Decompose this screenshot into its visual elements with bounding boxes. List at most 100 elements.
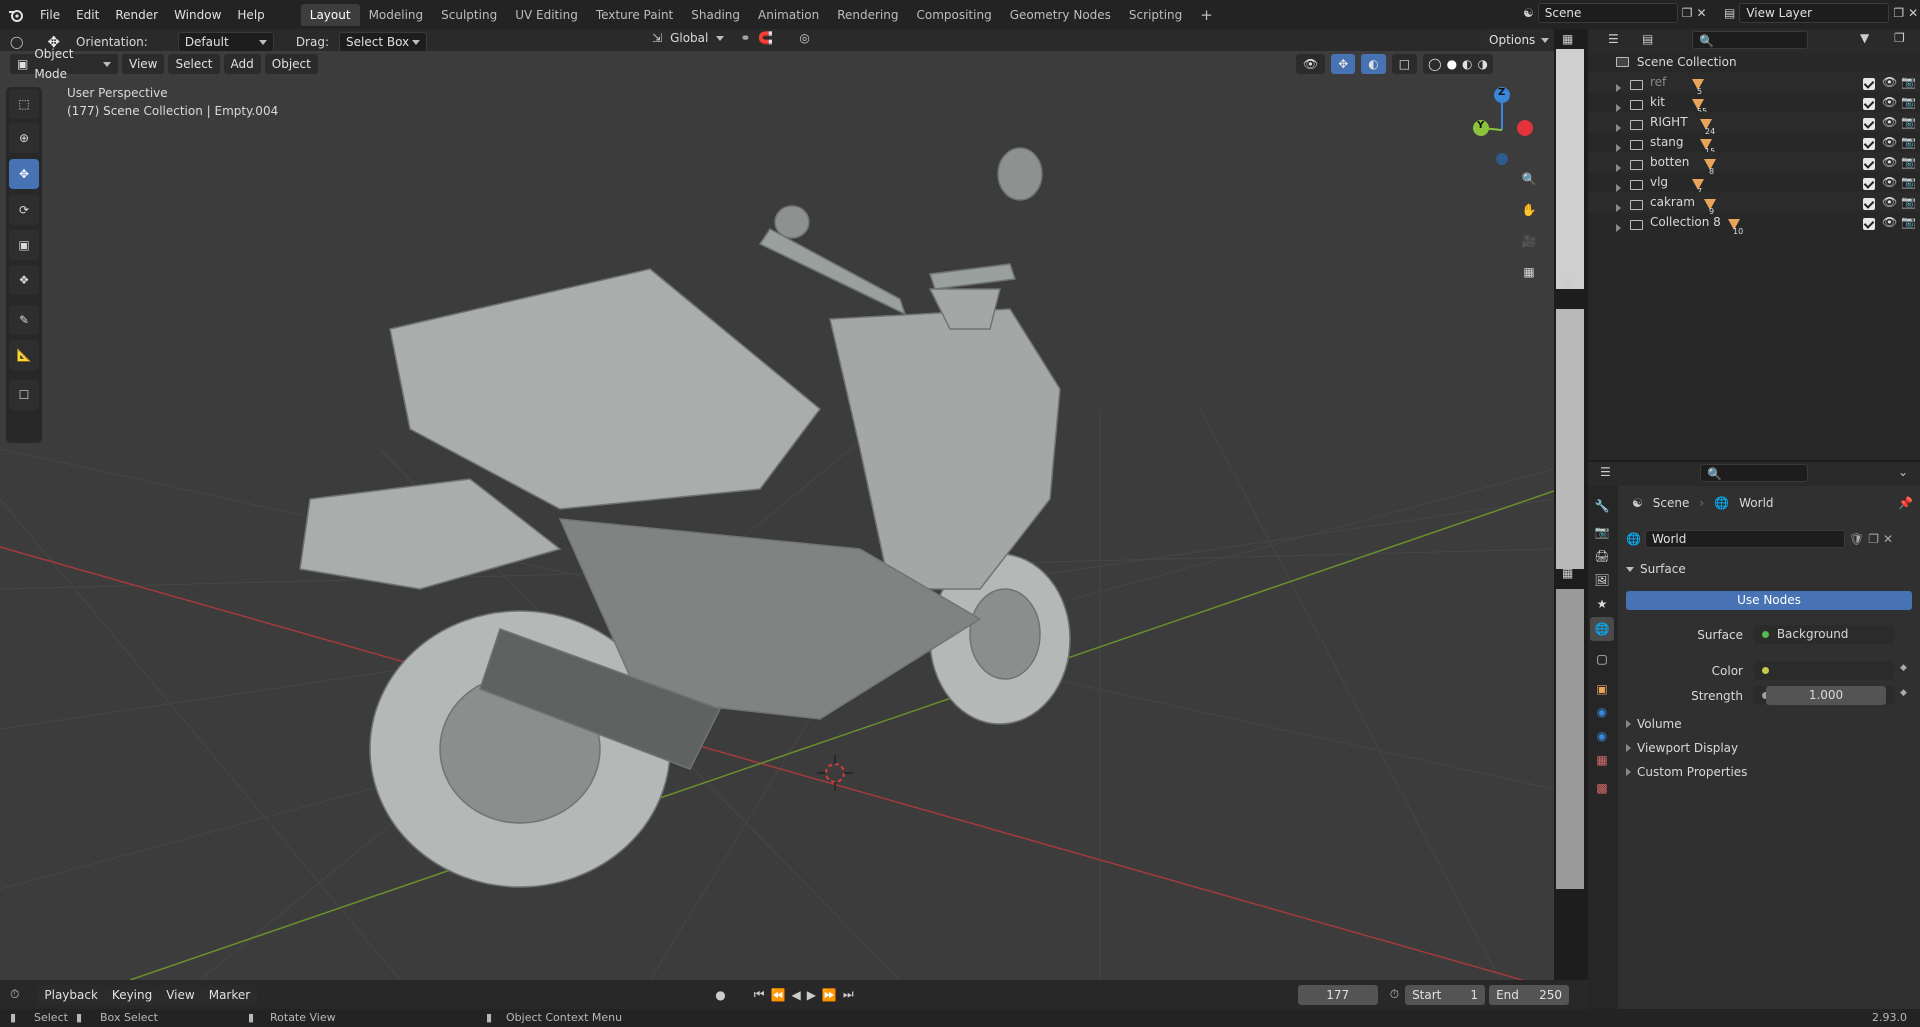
new-view-layer-icon[interactable]: ❐ [1893,6,1904,20]
world-browse-icon[interactable]: 🌐 [1626,532,1641,546]
cursor-tool-icon[interactable]: ⊕ [9,123,39,153]
duplicate-icon[interactable]: ❐ [1868,532,1879,546]
add-workspace-button[interactable]: + [1191,4,1222,26]
outliner-row[interactable]: cakram 9 👁 📷 [1588,192,1920,216]
menu-file[interactable]: File [32,4,68,26]
jump-end-icon[interactable]: ⏭ [843,987,854,1002]
timeline-menu-marker[interactable]: Marker [201,984,258,1005]
menu-render[interactable]: Render [107,4,166,26]
remove-view-layer-icon[interactable]: ✕ [1908,6,1918,20]
transform-tool-icon[interactable]: ❖ [9,265,39,295]
outliner-row[interactable]: RIGHT 24 👁 📷 [1588,112,1920,136]
scene-tab-icon[interactable]: ★ [1590,592,1614,616]
constraints-tab-icon[interactable]: ◉ [1590,724,1614,748]
expand-arrow-icon[interactable] [1616,164,1621,172]
include-checkbox[interactable] [1863,98,1875,110]
timeline-menu-keying[interactable]: Keying [104,984,160,1005]
camera-render-icon[interactable]: 📷 [1901,152,1916,172]
unlink-icon[interactable]: ✕ [1883,532,1893,546]
tab-sculpting[interactable]: Sculpting [432,4,506,26]
camera-render-icon[interactable]: 📷 [1901,92,1916,112]
output-tab-icon[interactable]: 🖨 [1590,544,1614,568]
pan-hand-icon[interactable]: ✋ [1516,197,1542,223]
eye-icon[interactable]: 👁 [1882,112,1897,132]
viewport-display-panel-header[interactable]: Viewport Display [1626,741,1738,755]
surface-shader-field[interactable]: Background [1754,625,1894,644]
3d-viewport[interactable]: ◯ ✥ Orientation: Default Drag: Select Bo… [0,29,1554,980]
outliner-row[interactable]: kit55👁📷 [1588,92,1920,116]
menu-window[interactable]: Window [166,4,229,26]
view-layer-tab-icon[interactable]: 🖼 [1590,568,1614,592]
fake-user-icon[interactable]: 🛡 [1849,532,1864,546]
remove-scene-icon[interactable]: ✕ [1697,6,1707,20]
current-frame-field[interactable]: 177 [1297,984,1378,1005]
eye-icon[interactable]: 👁 [1882,132,1897,152]
object-tab-icon[interactable]: ▣ [1590,677,1614,701]
tab-compositing[interactable]: Compositing [907,4,1000,26]
tab-rendering[interactable]: Rendering [828,4,907,26]
scene-selector[interactable]: Scene [1537,3,1678,23]
eye-icon[interactable]: 👁 [1882,192,1897,212]
tab-texture-paint[interactable]: Texture Paint [587,4,682,26]
tab-layout[interactable]: Layout [300,3,360,26]
timeline-menu-view[interactable]: View [159,984,202,1005]
data-tab-icon[interactable]: ▦ [1590,748,1614,772]
eye-icon[interactable]: 👁 [1882,152,1897,172]
camera-render-icon[interactable]: 📷 [1901,212,1916,232]
volume-panel-header[interactable]: Volume [1626,717,1682,731]
expand-arrow-icon[interactable] [1616,104,1621,112]
annotate-tool-icon[interactable]: ✎ [9,305,39,335]
new-scene-icon[interactable]: ❐ [1682,6,1693,20]
camera-render-icon[interactable]: 📷 [1901,112,1916,132]
world-tab-icon[interactable]: 🌐 [1590,617,1614,641]
start-frame-field[interactable]: Start 1 [1405,984,1486,1005]
include-checkbox[interactable] [1863,158,1875,170]
properties-editor-type-icon[interactable]: ☰ [1600,465,1611,479]
view-layer-icon[interactable]: ▤ [1724,6,1735,20]
tab-animation[interactable]: Animation [749,4,828,26]
end-frame-field[interactable]: End 250 [1489,984,1570,1005]
auto-keying-icon[interactable]: ● [715,988,725,1002]
pin-icon[interactable]: 📌 [1898,496,1913,510]
include-checkbox[interactable] [1863,178,1875,190]
image-editor-icon[interactable]: ▦ [1562,32,1573,46]
expand-arrow-icon[interactable] [1616,204,1621,212]
custom-properties-panel-header[interactable]: Custom Properties [1626,765,1747,779]
play-reverse-icon[interactable]: ◀ [791,988,800,1002]
stopwatch-icon[interactable]: ⏱ [1390,987,1399,1002]
outliner-row[interactable]: stang15👁📷 [1588,132,1920,156]
play-icon[interactable]: ▶ [807,988,816,1002]
jump-keyframe-back-icon[interactable]: ⏪ [771,988,786,1002]
filter-view-icon[interactable]: ▤ [1642,32,1653,46]
view-layer-selector[interactable]: View Layer [1739,3,1890,23]
blender-logo-icon[interactable] [0,0,32,29]
image-editor-icon[interactable]: ▦ [1562,275,1573,289]
add-cube-tool-icon[interactable]: ☐ [9,380,39,410]
select-box-tool-icon[interactable]: ⬚ [9,89,39,119]
camera-render-icon[interactable]: 📷 [1901,172,1916,192]
scene-icon[interactable]: ☯ [1523,6,1534,20]
tool-tab-icon[interactable]: 🔧 [1590,494,1614,518]
scale-tool-icon[interactable]: ▣ [9,230,39,260]
camera-render-icon[interactable]: 📷 [1901,132,1916,152]
expand-arrow-icon[interactable] [1616,84,1621,92]
scene-collection-row[interactable]: Scene Collection [1588,52,1920,72]
menu-help[interactable]: Help [229,4,272,26]
filter-icon[interactable]: ▼ [1860,31,1869,45]
tab-uv-editing[interactable]: UV Editing [506,4,587,26]
physics-tab-icon[interactable]: ◉ [1590,700,1614,724]
jump-start-icon[interactable]: ⏮ [754,987,765,1002]
collection-tab-icon[interactable]: ▢ [1590,647,1614,671]
tab-shading[interactable]: Shading [682,4,749,26]
measure-tool-icon[interactable]: 📐 [9,340,39,370]
camera-render-icon[interactable]: 📷 [1901,72,1916,92]
color-field[interactable] [1754,661,1894,680]
expand-arrow-icon[interactable] [1616,124,1621,132]
render-tab-icon[interactable]: 📷 [1590,520,1614,544]
tab-modeling[interactable]: Modeling [360,4,433,26]
timeline-editor-type-icon[interactable]: ⏱ [10,987,19,1002]
expand-arrow-icon[interactable] [1616,224,1621,232]
menu-edit[interactable]: Edit [68,4,107,26]
strength-keyframe-icon[interactable]: ◆ [1900,688,1907,698]
outliner-row[interactable]: ref 5 👁 📷 [1588,72,1920,96]
